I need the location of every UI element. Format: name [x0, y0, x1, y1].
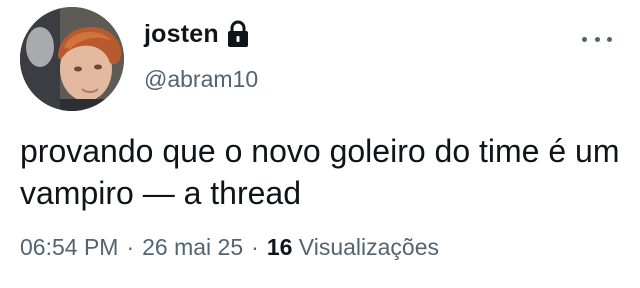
more-horizontal-icon [607, 36, 612, 42]
avatar[interactable] [20, 7, 124, 111]
tweet-time[interactable]: 06:54 PM [20, 234, 118, 260]
tweet-card: josten @abram10 provando que o novo gole… [0, 0, 640, 288]
tweet-metadata: 06:54 PM · 26 mai 25 · 16 Visualizações [20, 234, 439, 261]
more-horizontal-icon [594, 36, 600, 42]
separator: · [126, 234, 135, 260]
user-handle[interactable]: @abram10 [144, 66, 258, 93]
tweet-date[interactable]: 26 mai 25 [142, 234, 243, 260]
display-name[interactable]: josten [144, 20, 219, 49]
separator: · [251, 234, 259, 260]
tweet-text: provando que o novo goleiro do time é um… [20, 133, 620, 211]
more-options-button[interactable] [582, 30, 612, 48]
avatar-photo [20, 7, 124, 111]
lock-icon [226, 20, 250, 48]
views-label[interactable]: Visualizações [299, 234, 439, 260]
more-horizontal-icon [582, 36, 587, 42]
views-count[interactable]: 16 [267, 234, 293, 260]
name-row: josten [144, 16, 250, 52]
